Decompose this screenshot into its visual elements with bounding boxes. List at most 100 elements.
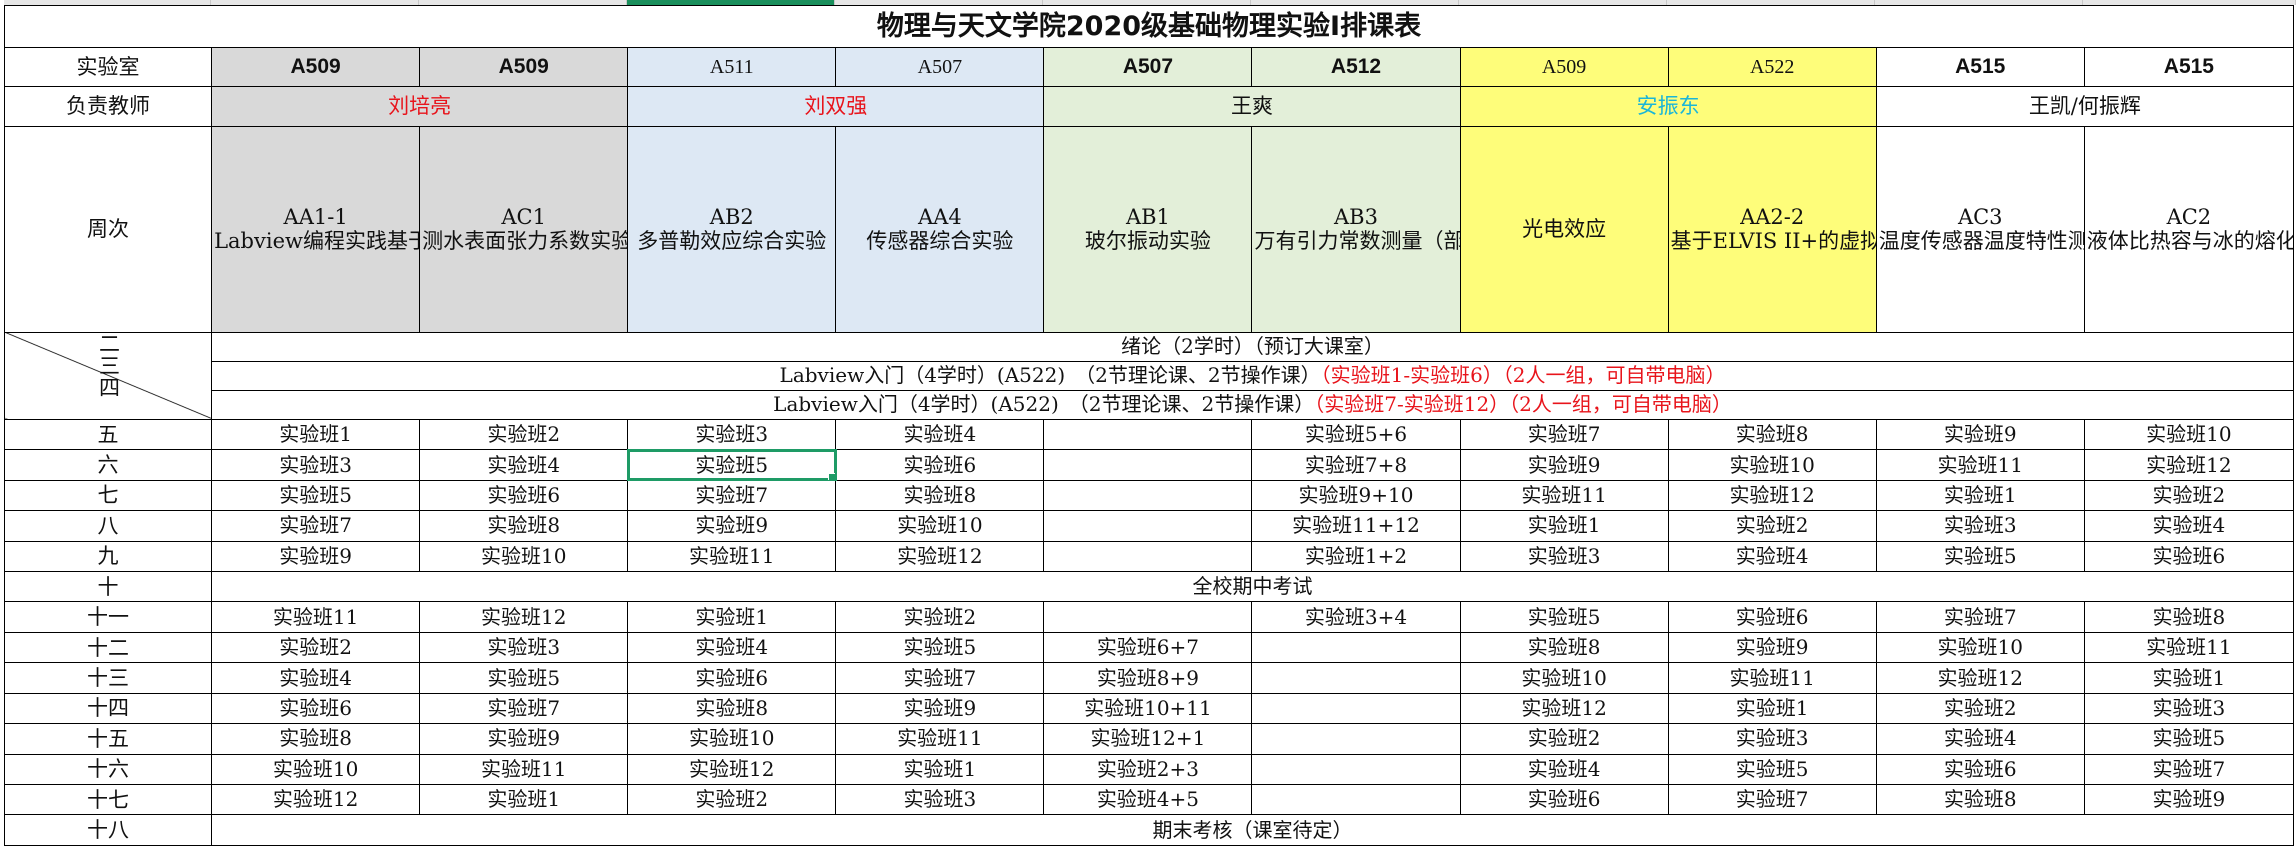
schedule-cell[interactable] [1251, 662, 1461, 694]
schedule-cell[interactable]: 实验班8 [419, 510, 629, 542]
room-cell[interactable]: A509 [211, 47, 421, 88]
experiment-cell[interactable]: AC1 测水表面张力系数实验 [419, 126, 629, 333]
schedule-cell[interactable]: 实验班3 [2083, 692, 2295, 725]
schedule-cell[interactable]: 实验班12 [419, 601, 629, 633]
schedule-cell[interactable] [1043, 479, 1253, 512]
schedule-cell[interactable] [1043, 510, 1253, 542]
schedule-cell[interactable]: 实验班3+4 [1251, 601, 1461, 633]
schedule-cell[interactable]: 实验班9 [2083, 783, 2295, 816]
schedule-cell[interactable]: 实验班11 [2083, 631, 2295, 664]
schedule-cell[interactable] [1043, 418, 1253, 451]
schedule-cell[interactable]: 实验班4 [1667, 540, 1877, 573]
schedule-cell[interactable]: 实验班2+3 [1043, 753, 1253, 785]
schedule-cell[interactable]: 实验班5 [211, 479, 421, 512]
schedule-cell[interactable]: 实验班12 [1875, 662, 2085, 694]
schedule-cell[interactable]: 实验班12 [2083, 449, 2295, 481]
week-number[interactable]: 十五 [3, 723, 213, 755]
week-cell-diagonal[interactable]: 二 三 四 [3, 331, 213, 420]
teacher-cell[interactable]: 安振东 [1459, 86, 1877, 128]
room-cell[interactable]: A509 [1459, 47, 1669, 88]
schedule-cell[interactable]: 实验班12 [1459, 692, 1669, 725]
table-title[interactable]: 物理与天文学院2020级基础物理实验I排课表 [4, 4, 2294, 49]
schedule-cell[interactable]: 实验班6+7 [1043, 631, 1253, 664]
schedule-cell[interactable]: 实验班10 [2083, 418, 2295, 451]
schedule-cell[interactable]: 实验班9 [835, 692, 1045, 725]
experiment-cell[interactable]: AA4 传感器综合实验 [835, 126, 1045, 333]
schedule-cell[interactable]: 实验班6 [2083, 540, 2295, 573]
schedule-cell[interactable]: 实验班3 [627, 418, 837, 451]
schedule-cell[interactable]: 实验班6 [1875, 753, 2085, 785]
schedule-cell[interactable]: 实验班10 [1459, 662, 1669, 694]
schedule-cell[interactable]: 实验班8 [211, 723, 421, 755]
week-label[interactable]: 周次 [3, 126, 213, 333]
week-number[interactable]: 五 [3, 418, 213, 451]
schedule-cell[interactable]: 实验班4 [1875, 723, 2085, 755]
schedule-cell[interactable]: 实验班11 [1875, 449, 2085, 481]
schedule-cell[interactable]: 实验班10 [627, 723, 837, 755]
experiment-cell[interactable]: AB1 玻尔振动实验 [1043, 126, 1253, 333]
room-cell[interactable]: A507 [1043, 47, 1253, 88]
teacher-cell[interactable]: 刘培亮 [211, 86, 629, 128]
schedule-cell[interactable]: 实验班4 [835, 418, 1045, 451]
schedule-cell[interactable]: 实验班2 [2083, 479, 2295, 512]
experiment-cell[interactable]: AA2-2基于ELVIS II+的虚拟仪器实验（万用表、信号发生器） [1667, 126, 1877, 333]
schedule-cell[interactable]: 实验班10 [211, 753, 421, 785]
schedule-cell[interactable] [1251, 783, 1461, 816]
schedule-cell[interactable]: 实验班5 [1875, 540, 2085, 573]
schedule-cell[interactable]: 实验班6 [627, 662, 837, 694]
schedule-cell[interactable]: 实验班6 [1667, 601, 1877, 633]
week-number[interactable]: 七 [3, 479, 213, 512]
schedule-cell[interactable]: 实验班7 [1875, 601, 2085, 633]
schedule-cell[interactable]: 实验班6 [1459, 783, 1669, 816]
week-number[interactable]: 十八 [3, 814, 213, 846]
schedule-cell[interactable]: 实验班3 [1875, 510, 2085, 542]
schedule-cell[interactable]: 实验班9 [1459, 449, 1669, 481]
schedule-cell[interactable]: 实验班1 [211, 418, 421, 451]
schedule-cell[interactable] [1251, 631, 1461, 664]
schedule-cell[interactable]: 实验班10 [1667, 449, 1877, 481]
schedule-cell[interactable]: 实验班2 [1459, 723, 1669, 755]
merged-note-row[interactable]: 全校期中考试 [211, 571, 2294, 603]
room-cell[interactable]: A522 [1667, 47, 1877, 88]
schedule-cell[interactable]: 实验班4 [627, 631, 837, 664]
schedule-cell-selected[interactable]: 实验班5 [626, 448, 837, 482]
schedule-cell[interactable]: 实验班1 [835, 753, 1045, 785]
schedule-cell[interactable]: 实验班12 [627, 753, 837, 785]
week-number[interactable]: 九 [3, 540, 213, 573]
schedule-cell[interactable]: 实验班8 [835, 479, 1045, 512]
schedule-cell[interactable]: 实验班10 [835, 510, 1045, 542]
schedule-cell[interactable]: 实验班4 [2083, 510, 2295, 542]
schedule-cell[interactable]: 实验班4+5 [1043, 783, 1253, 816]
schedule-cell[interactable]: 实验班2 [835, 601, 1045, 633]
schedule-cell[interactable] [1251, 723, 1461, 755]
experiment-cell[interactable]: AC2液体比热容与冰的熔化热测量 [2083, 126, 2295, 333]
schedule-cell[interactable]: 实验班1 [419, 783, 629, 816]
schedule-cell[interactable]: 实验班5 [835, 631, 1045, 664]
merged-note-row[interactable]: 绪论（2学时）（预订大课室） [211, 331, 2294, 362]
week-number[interactable]: 十七 [3, 783, 213, 816]
schedule-cell[interactable]: 实验班4 [1459, 753, 1669, 785]
schedule-cell[interactable]: 实验班9+10 [1251, 479, 1461, 512]
schedule-cell[interactable]: 实验班1 [1667, 692, 1877, 725]
week-number[interactable]: 十六 [3, 753, 213, 785]
room-cell[interactable]: A509 [419, 47, 629, 88]
teacher-cell[interactable]: 刘双强 [627, 86, 1045, 128]
teacher-cell[interactable]: 王爽 [1043, 86, 1461, 128]
teacher-label[interactable]: 负责教师 [3, 86, 213, 128]
experiment-cell[interactable]: AA1-1Labview编程实践基于myDAQ的练习必做（应用于表面张力测量） [211, 126, 421, 333]
schedule-cell[interactable]: 实验班8 [1459, 631, 1669, 664]
week-number[interactable]: 十一 [3, 601, 213, 633]
schedule-cell[interactable]: 实验班12 [211, 783, 421, 816]
schedule-cell[interactable]: 实验班11 [419, 753, 629, 785]
schedule-cell[interactable]: 实验班9 [211, 540, 421, 573]
schedule-cell[interactable]: 实验班11 [1667, 662, 1877, 694]
lab-room-label[interactable]: 实验室 [3, 47, 213, 88]
merged-note-row[interactable]: 期末考核（课室待定） [211, 814, 2294, 846]
schedule-cell[interactable]: 实验班7 [627, 479, 837, 512]
schedule-cell[interactable] [1043, 601, 1253, 633]
week-number[interactable]: 六 [3, 449, 213, 481]
schedule-cell[interactable]: 实验班9 [1667, 631, 1877, 664]
schedule-cell[interactable]: 实验班7 [1667, 783, 1877, 816]
schedule-cell[interactable]: 实验班4 [211, 662, 421, 694]
week-number[interactable]: 八 [3, 510, 213, 542]
